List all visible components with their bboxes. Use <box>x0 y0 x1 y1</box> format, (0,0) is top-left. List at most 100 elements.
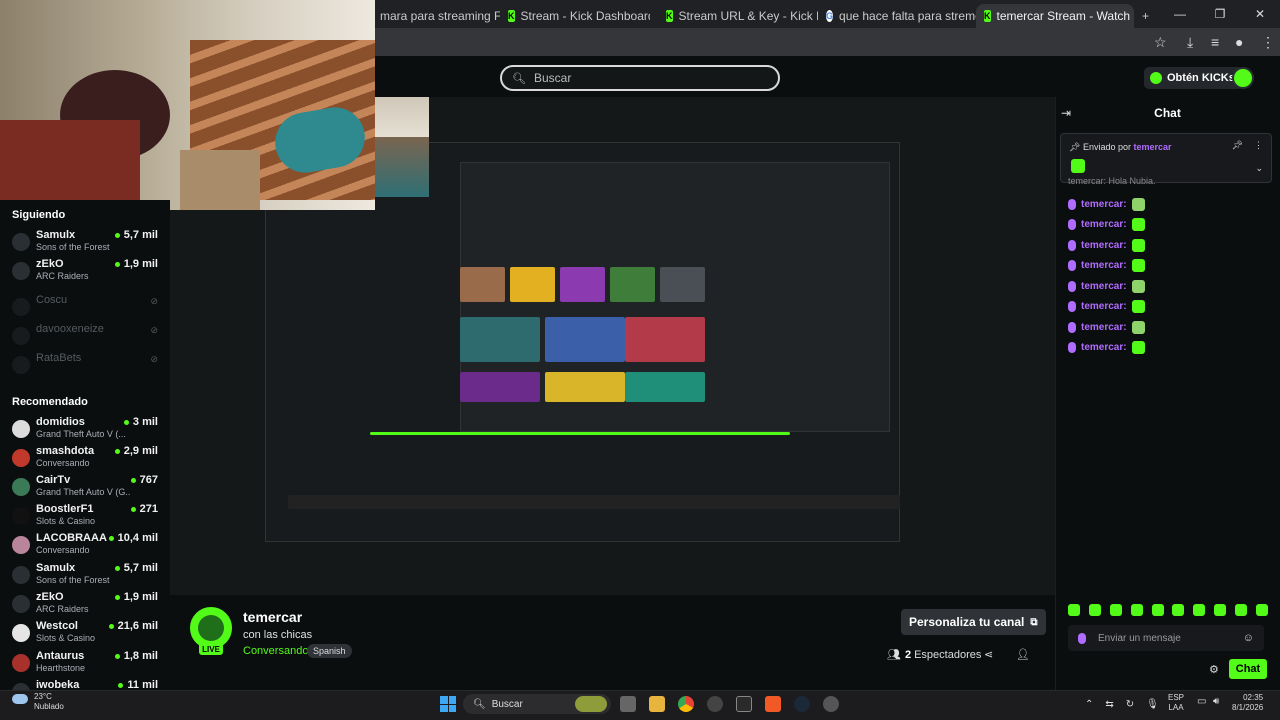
sync-icon[interactable]: ↻ <box>1126 699 1134 710</box>
thumbnail <box>625 317 705 362</box>
thumbnail <box>545 317 625 362</box>
stream-category[interactable]: Conversando <box>243 645 308 657</box>
taskbar-search-input[interactable]: 🔍︎ Buscar <box>463 694 611 714</box>
sidebar-item-zeko-rec[interactable]: zEkO ARC Raiders 1,9 mil <box>0 591 170 619</box>
viewer-count: 21,6 mil <box>109 620 158 632</box>
sidebar-item-samulx[interactable]: Samulx Sons of the Forest 5,7 mil <box>0 229 170 257</box>
chat-username[interactable]: temercar: <box>1081 260 1127 271</box>
steam-icon[interactable] <box>794 696 810 712</box>
get-kicks-button[interactable]: Obtén KICKs <box>1144 67 1243 89</box>
chat-username[interactable]: temercar: <box>1081 281 1127 292</box>
viewer-count: 5,7 mil <box>115 229 158 241</box>
thumbnail <box>510 267 555 302</box>
chat-username[interactable]: temercar: <box>1081 199 1127 210</box>
input-language[interactable]: ESP LAA <box>1168 693 1184 713</box>
sidebar-item-lacobraaa[interactable]: LACOBRAAA Conversando 10,4 mil <box>0 532 170 560</box>
download-icon[interactable]: ⤓ <box>1187 34 1193 51</box>
avatar <box>12 298 30 316</box>
channel-name: davooxeneize <box>36 323 104 335</box>
windows-start-icon[interactable] <box>440 696 456 712</box>
brave-icon[interactable] <box>765 696 781 712</box>
minimize-button[interactable]: — <box>1160 0 1200 28</box>
chat-message-input[interactable]: Enviar un mensaje ☺ <box>1068 625 1264 651</box>
emote-quick-bar[interactable] <box>1068 604 1268 618</box>
chat-username[interactable]: temercar: <box>1081 219 1127 230</box>
chat-username[interactable]: temercar: <box>1081 301 1127 312</box>
share-icon[interactable]: ⋖ <box>984 648 993 661</box>
emote-icon <box>1131 259 1145 272</box>
pin-icon[interactable]: 📌︎ <box>1232 140 1243 151</box>
profile-icon[interactable]: ● <box>1235 34 1243 50</box>
sidebar-item-coscu[interactable]: Coscu ⊘ <box>0 294 170 322</box>
viewer-counter: 👥︎ 2 Espectadores <box>887 648 981 662</box>
sidebar-item-davooxeneize[interactable]: davooxeneize ⊘ <box>0 323 170 351</box>
streamer-name[interactable]: temercar <box>243 609 302 625</box>
emoji-picker-icon[interactable]: ☺ <box>1243 632 1254 644</box>
tab-google-search-1[interactable]: mara para streaming FOBOS ✕ <box>372 4 500 28</box>
obs-icon[interactable] <box>707 696 723 712</box>
customize-label: Personaliza tu canal <box>909 615 1025 629</box>
volume-icon[interactable]: 🔊︎ <box>1213 696 1219 707</box>
sidebar-item-iwobeka[interactable]: iwobeka 11 mil <box>0 679 170 690</box>
emote-icon <box>1131 341 1145 354</box>
channel-category: Sons of the Forest <box>36 575 110 585</box>
emote-icon <box>1131 279 1145 293</box>
customize-channel-button[interactable]: Personaliza tu canal ⧉ <box>901 609 1046 635</box>
file-explorer-icon[interactable] <box>649 696 665 712</box>
microphone-icon[interactable]: 🎙︎ <box>1146 699 1159 710</box>
browser-menu-icon[interactable]: ⋮ <box>1261 34 1275 51</box>
display-icon[interactable]: ▭ <box>1197 696 1206 707</box>
badge-icon <box>1068 198 1076 210</box>
sidebar-item-ratabets[interactable]: RataBets ⊘ <box>0 352 170 380</box>
media-icon[interactable]: ≡ <box>1211 34 1219 50</box>
user-avatar[interactable] <box>1232 67 1254 89</box>
channel-name: iwobeka <box>36 679 80 690</box>
emote-icon <box>1131 238 1145 252</box>
channel-name: Coscu <box>36 294 68 306</box>
language-tag[interactable]: Spanish <box>307 644 352 658</box>
channel-name: Samulx <box>36 229 76 241</box>
system-clock[interactable]: 02:35 8/1/2026 <box>1232 693 1263 713</box>
search-input[interactable]: 🔍︎ Buscar <box>500 65 780 91</box>
sidebar-item-westcol[interactable]: Westcol Slots & Casino 21,6 mil <box>0 620 170 648</box>
chrome-icon[interactable] <box>678 696 694 712</box>
kick-icon: K <box>508 10 515 22</box>
sidebar-item-smashdota[interactable]: smashdota Conversando 2,9 mil <box>0 445 170 473</box>
sidebar-item-cairtv[interactable]: CairTv Grand Theft Auto V (G... 767 <box>0 474 170 502</box>
avatar <box>12 566 30 584</box>
webcam-echo <box>375 137 429 197</box>
chat-settings-icon[interactable]: ⚙ <box>1209 663 1219 676</box>
bookmark-star-icon[interactable]: ☆ <box>1154 34 1167 51</box>
badge-icon <box>1068 219 1076 230</box>
tab-temercar-stream[interactable]: K temercar Stream - Watch Live o ✕ <box>976 4 1134 28</box>
tab-stream-key[interactable]: K Stream URL & Key - Kick Dashb ✕ <box>658 4 818 28</box>
follow-user-icon[interactable]: 👤︎ <box>1016 648 1030 661</box>
task-view-icon[interactable] <box>620 696 636 712</box>
send-chat-button[interactable]: Chat <box>1229 659 1267 679</box>
close-window-button[interactable]: ✕ <box>1240 0 1280 28</box>
viewer-count: 2 <box>904 648 912 661</box>
tab-kick-dashboard[interactable]: K Stream - Kick Dashboard ✕ <box>500 4 650 28</box>
tab-google-search-2[interactable]: G que hace falta para stremear e ✕ <box>818 4 976 28</box>
chat-message: temercar: <box>1068 319 1145 335</box>
emote-icon <box>1109 604 1122 616</box>
viewer-count: 1,9 mil <box>115 258 158 270</box>
maximize-button[interactable]: ❐ <box>1200 0 1240 28</box>
sidebar-item-boostlerf1[interactable]: BoostlerF1 Slots & Casino 271 <box>0 503 170 531</box>
new-tab-button[interactable]: + <box>1134 4 1158 28</box>
chevron-down-icon[interactable]: ⌄ <box>1255 163 1263 174</box>
network-icon[interactable]: ⇆ <box>1105 699 1113 710</box>
epic-games-icon[interactable] <box>736 696 752 712</box>
chat-username[interactable]: temercar: <box>1081 240 1127 251</box>
weather-widget[interactable]: 23°C Nublado <box>12 692 64 712</box>
chat-username[interactable]: temercar: <box>1081 322 1127 333</box>
offline-icon: ⊘ <box>150 296 158 306</box>
more-options-icon[interactable]: ⋮ <box>1254 140 1263 151</box>
sidebar-item-samulx-rec[interactable]: Samulx Sons of the Forest 5,7 mil <box>0 562 170 590</box>
chat-username[interactable]: temercar: <box>1081 342 1127 353</box>
sidebar-item-zeko[interactable]: zEkO ARC Raiders 1,9 mil <box>0 258 170 286</box>
sidebar-item-domidios[interactable]: domidios Grand Theft Auto V (... 3 mil <box>0 416 170 444</box>
chevron-up-icon[interactable]: ⌃ <box>1085 699 1093 710</box>
sidebar-item-antaurus[interactable]: Antaurus Hearthstone 1,8 mil <box>0 650 170 678</box>
app-icon[interactable] <box>823 696 839 712</box>
